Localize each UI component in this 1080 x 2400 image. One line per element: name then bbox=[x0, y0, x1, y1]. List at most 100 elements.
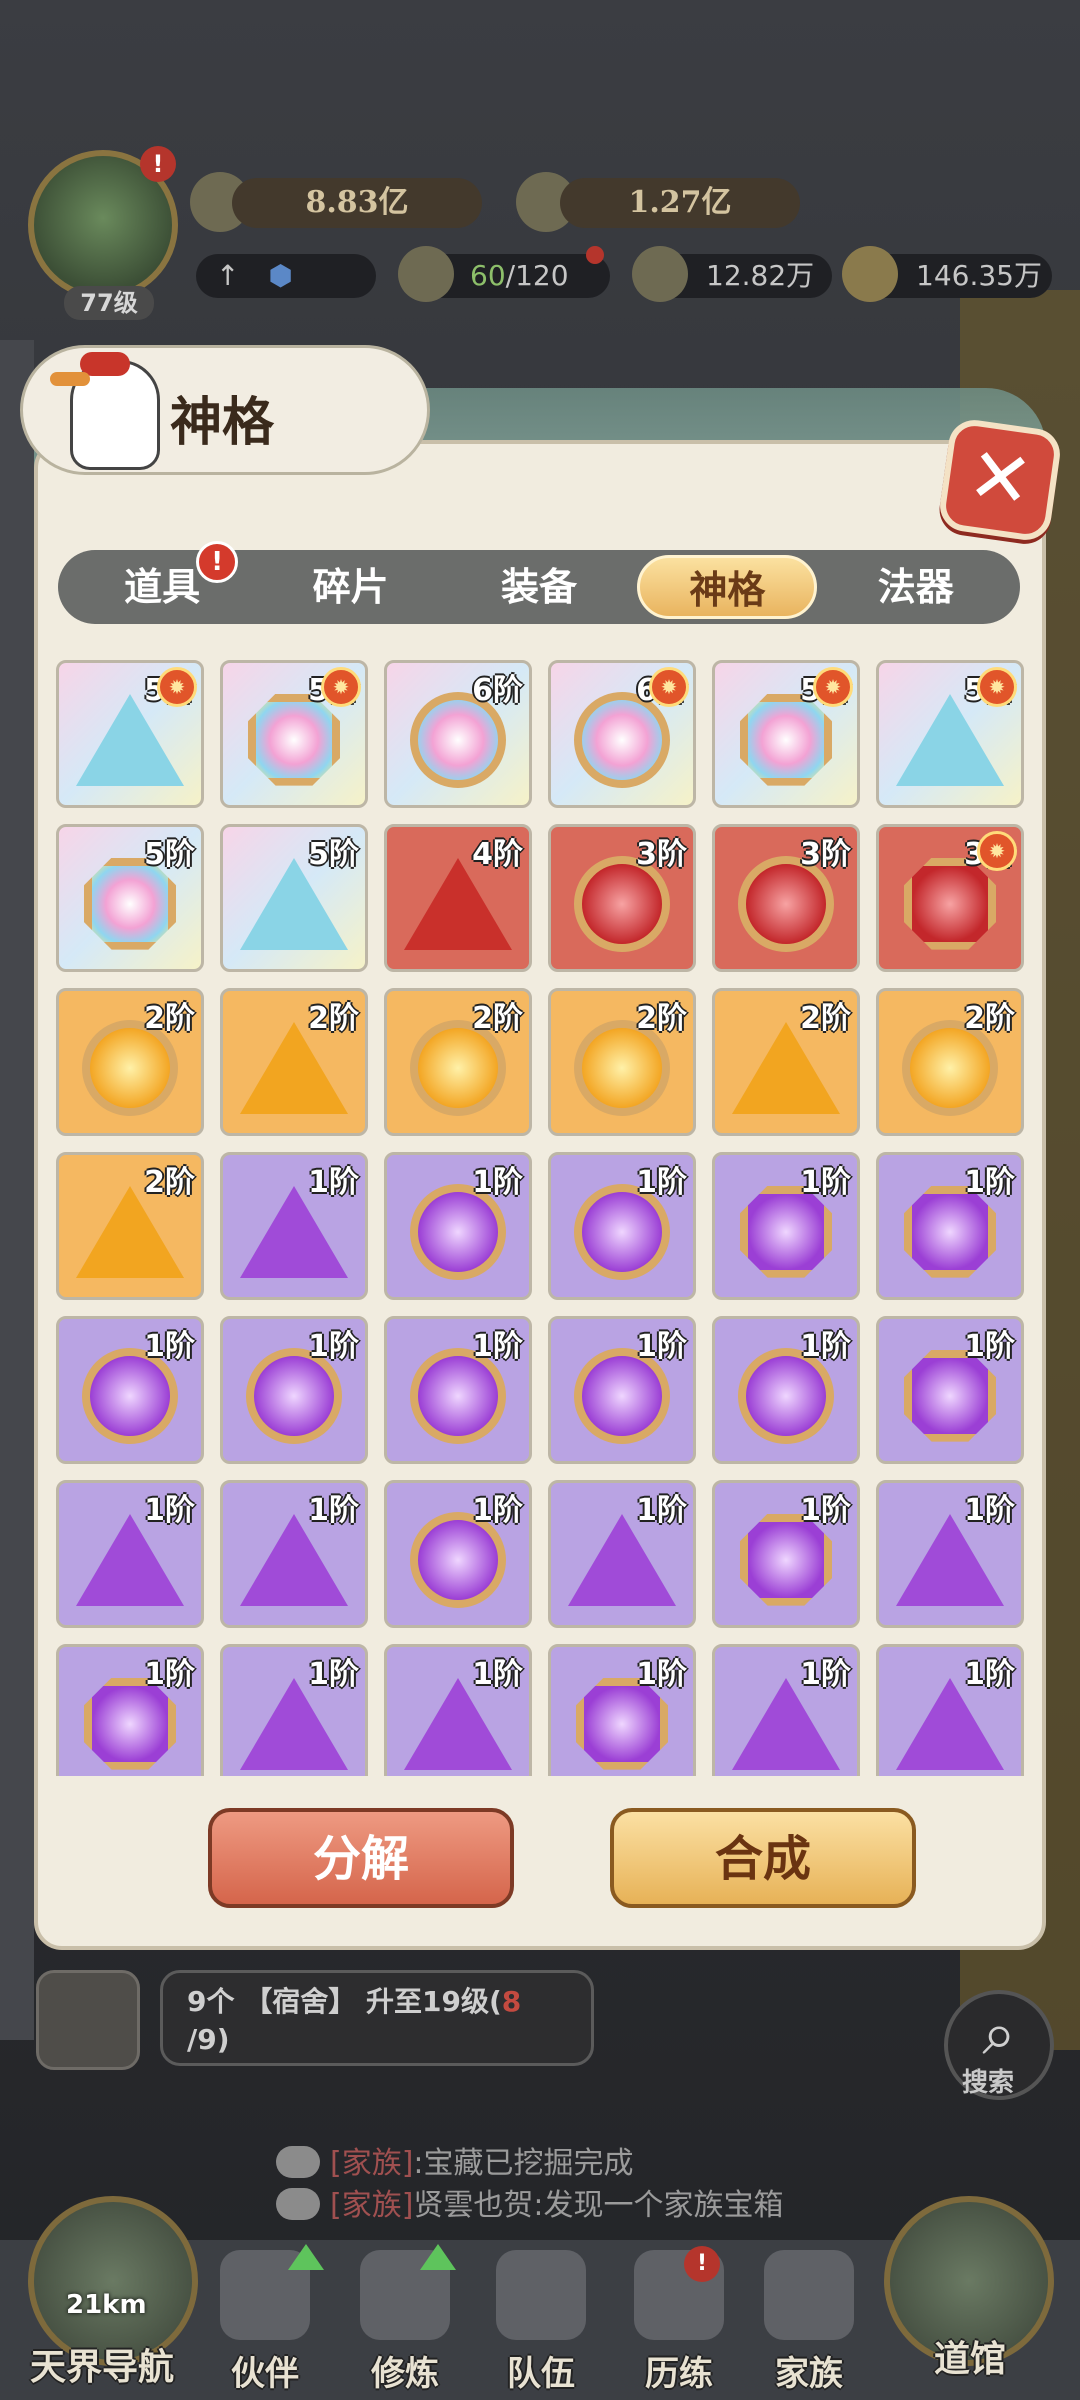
inventory-slot[interactable]: 1阶 bbox=[712, 1480, 860, 1628]
inventory-slot[interactable]: 1阶 bbox=[876, 1644, 1024, 1776]
flame-badge-icon: ✹ bbox=[977, 667, 1017, 707]
tab-equipment[interactable]: 装备 bbox=[449, 555, 629, 619]
tier-label: 1阶 bbox=[636, 1493, 687, 1528]
quest-tracker[interactable]: 9个 【宿舍】 升至19级(8 /9) bbox=[160, 1970, 594, 2066]
close-button[interactable]: ✕ bbox=[936, 416, 1064, 544]
tab-items[interactable]: 道具 ! bbox=[72, 541, 252, 619]
inventory-slot[interactable]: 1阶 bbox=[220, 1644, 368, 1776]
inventory-slot[interactable]: 5阶✹ bbox=[712, 660, 860, 808]
tab-fragments[interactable]: 碎片 bbox=[261, 555, 441, 619]
tier-label: 1阶 bbox=[144, 1657, 195, 1692]
tier-label: 3阶 bbox=[636, 837, 687, 872]
nav-trials[interactable]: 历练 bbox=[614, 2250, 744, 2400]
inventory-slot[interactable]: 2阶 bbox=[876, 988, 1024, 1136]
nav-family[interactable]: 家族 bbox=[744, 2250, 874, 2400]
inventory-slot[interactable]: 1阶 bbox=[384, 1152, 532, 1300]
boost-shield-bar[interactable]: ↑ ⬢ bbox=[196, 254, 376, 298]
inventory-slot[interactable]: 5阶 bbox=[56, 824, 204, 972]
inventory-slot[interactable]: 6阶✹ bbox=[548, 660, 696, 808]
tier-label: 2阶 bbox=[308, 1001, 359, 1036]
inventory-slot[interactable]: 1阶 bbox=[220, 1316, 368, 1464]
tier-label: 1阶 bbox=[472, 1329, 523, 1364]
inventory-slot[interactable]: 1阶 bbox=[56, 1316, 204, 1464]
tab-artifacts[interactable]: 法器 bbox=[826, 555, 1006, 619]
inventory-slot[interactable]: 2阶 bbox=[56, 1152, 204, 1300]
inventory-slot[interactable]: 5阶 bbox=[220, 824, 368, 972]
chat-icon bbox=[276, 2188, 320, 2220]
item-grid-viewport[interactable]: 5阶✹5阶✹6阶6阶✹5阶✹5阶✹5阶5阶4阶3阶3阶3阶✹2阶2阶2阶2阶2阶… bbox=[56, 660, 1026, 1776]
stamina-max: /120 bbox=[505, 259, 569, 292]
nav-training[interactable]: 修炼 bbox=[340, 2250, 470, 2400]
tier-label: 1阶 bbox=[308, 1165, 359, 1200]
inventory-slot[interactable]: 1阶 bbox=[712, 1316, 860, 1464]
inventory-slot[interactable]: 1阶 bbox=[220, 1152, 368, 1300]
inventory-slot[interactable]: 1阶 bbox=[220, 1480, 368, 1628]
category-tabs: 道具 ! 碎片 装备 神格 法器 bbox=[58, 541, 1020, 624]
tier-label: 1阶 bbox=[308, 1657, 359, 1692]
chat-message[interactable]: [家族]贤雲也贺:发现一个家族宝箱 bbox=[330, 2180, 830, 2224]
family-icon bbox=[764, 2250, 854, 2340]
inventory-slot[interactable]: 6阶 bbox=[384, 660, 532, 808]
inventory-slot[interactable]: 3阶✹ bbox=[876, 824, 1024, 972]
search-label: 搜索 bbox=[962, 2068, 1015, 2098]
tier-label: 1阶 bbox=[636, 1329, 687, 1364]
tier-label: 1阶 bbox=[964, 1329, 1015, 1364]
scroll-icon[interactable] bbox=[36, 1970, 140, 2070]
tier-label: 1阶 bbox=[800, 1493, 851, 1528]
inventory-slot[interactable]: 5阶✹ bbox=[56, 660, 204, 808]
inventory-slot[interactable]: 3阶 bbox=[712, 824, 860, 972]
chat-message[interactable]: [家族]:宝藏已挖掘完成 bbox=[330, 2138, 634, 2182]
inventory-slot[interactable]: 2阶 bbox=[712, 988, 860, 1136]
inventory-slot[interactable]: 1阶 bbox=[712, 1644, 860, 1776]
nav-partners[interactable]: 伙伴 bbox=[200, 2250, 330, 2400]
nav-label: 队伍 bbox=[507, 2354, 575, 2394]
inventory-slot[interactable]: 3阶 bbox=[548, 824, 696, 972]
quest-progress-current: 8 bbox=[501, 1985, 522, 2018]
tier-label: 5阶 bbox=[308, 837, 359, 872]
inventory-slot[interactable]: 1阶 bbox=[384, 1480, 532, 1628]
inventory-slot[interactable]: 1阶 bbox=[384, 1316, 532, 1464]
inventory-slot[interactable]: 1阶 bbox=[548, 1152, 696, 1300]
inventory-slot[interactable]: 1阶 bbox=[876, 1152, 1024, 1300]
inventory-slot[interactable]: 1阶 bbox=[548, 1480, 696, 1628]
stamina-icon bbox=[398, 246, 454, 302]
upgrade-arrow-icon bbox=[420, 2244, 456, 2270]
tab-divinity[interactable]: 神格 bbox=[637, 555, 818, 619]
inventory-slot[interactable]: 1阶 bbox=[56, 1644, 204, 1776]
inventory-slot[interactable]: 2阶 bbox=[548, 988, 696, 1136]
tier-label: 2阶 bbox=[144, 1001, 195, 1036]
tier-label: 5阶 bbox=[144, 837, 195, 872]
inventory-slot[interactable]: 5阶✹ bbox=[220, 660, 368, 808]
flame-badge-icon: ✹ bbox=[321, 667, 361, 707]
tab-label: 道具 bbox=[124, 564, 201, 609]
inventory-slot[interactable]: 2阶 bbox=[220, 988, 368, 1136]
team-icon bbox=[496, 2250, 586, 2340]
tier-label: 2阶 bbox=[144, 1165, 195, 1200]
inventory-slot[interactable]: 1阶 bbox=[548, 1644, 696, 1776]
tier-label: 1阶 bbox=[636, 1165, 687, 1200]
inventory-slot[interactable]: 2阶 bbox=[56, 988, 204, 1136]
inventory-slot[interactable]: 1阶 bbox=[384, 1644, 532, 1776]
chat-channel-tag: [家族] bbox=[330, 2188, 414, 2223]
inventory-slot[interactable]: 1阶 bbox=[56, 1480, 204, 1628]
inventory-slot[interactable]: 1阶 bbox=[712, 1152, 860, 1300]
nav-team[interactable]: 队伍 bbox=[476, 2250, 606, 2400]
trials-alert-badge: ! bbox=[684, 2246, 720, 2282]
inventory-slot[interactable]: 4阶 bbox=[384, 824, 532, 972]
stamina-dot bbox=[586, 246, 604, 264]
inventory-slot[interactable]: 1阶 bbox=[876, 1480, 1024, 1628]
shield-icon: ⬢ bbox=[268, 259, 293, 292]
compose-button[interactable]: 合成 bbox=[610, 1808, 916, 1908]
inventory-slot[interactable]: 1阶 bbox=[548, 1316, 696, 1464]
quest-progress-total: /9) bbox=[187, 2023, 230, 2056]
inventory-slot[interactable]: 1阶 bbox=[876, 1316, 1024, 1464]
inventory-slot[interactable]: 2阶 bbox=[384, 988, 532, 1136]
map-distance: 21km bbox=[66, 2290, 147, 2320]
decompose-button[interactable]: 分解 bbox=[208, 1808, 514, 1908]
dialog-title: 神格 bbox=[170, 392, 275, 453]
chat-icon bbox=[276, 2146, 320, 2178]
dojo-nav-label: 道馆 bbox=[934, 2338, 1007, 2380]
inventory-slot[interactable]: 5阶✹ bbox=[876, 660, 1024, 808]
chat-channel-tag: [家族] bbox=[330, 2146, 414, 2181]
nav-label: 修炼 bbox=[371, 2354, 439, 2394]
